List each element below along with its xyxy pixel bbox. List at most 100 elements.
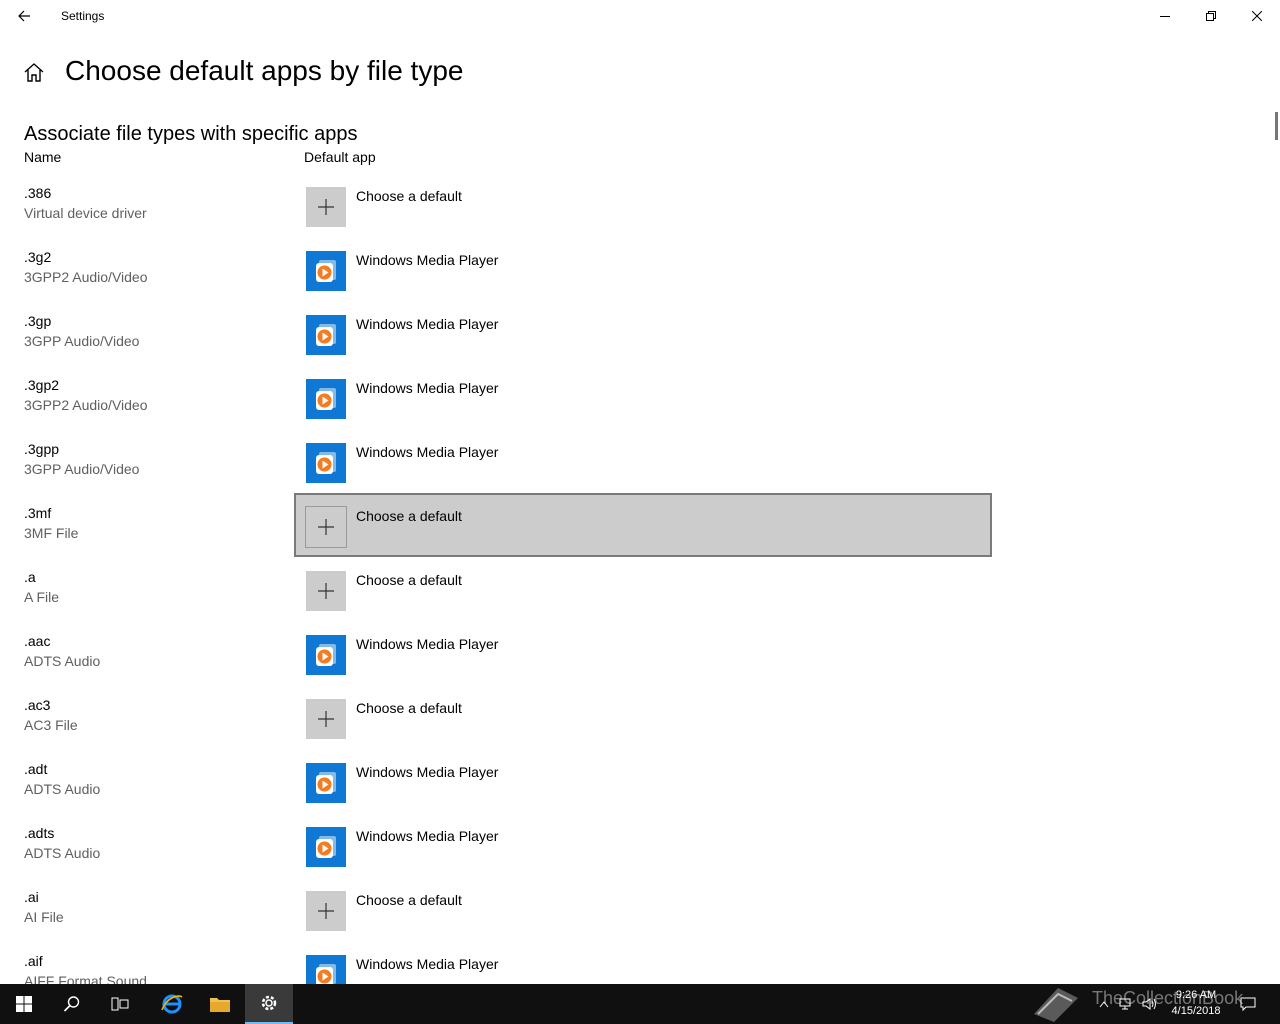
search-button[interactable] [48,984,96,1024]
default-app-button[interactable]: Choose a default [294,493,992,557]
plus-icon [306,891,346,931]
windows-logo-icon [16,996,32,1012]
gear-icon [261,995,277,1011]
file-type-description: ADTS Audio [24,845,101,861]
file-type-description: 3MF File [24,525,79,541]
file-type-row: .3gp2 3GPP2 Audio/Video Windows Media Play… [0,372,1280,436]
close-button[interactable] [1234,0,1280,32]
file-extension: .aac [24,633,51,649]
file-type-row: .ac3 AC3 File Choose a default [0,692,1280,756]
file-type-row: .ai AI File Choose a default [0,884,1280,948]
file-type-row: .3gp 3GPP Audio/Video Windows Media Player [0,308,1280,372]
show-hidden-icons-button[interactable] [1096,994,1112,1014]
file-type-description: AIFF Format Sound [24,973,147,984]
file-type-row: .3g2 3GPP2 Audio/Video Windows Media Playe… [0,244,1280,308]
default-app-label: Choose a default [356,700,462,716]
file-extension: .386 [24,185,52,201]
windows-media-player-icon [306,443,346,483]
default-app-button[interactable]: Windows Media Player [294,237,992,301]
default-app-label: Windows Media Player [356,956,499,972]
close-icon [1252,11,1262,21]
book-logo-icon [1034,988,1078,1022]
minimize-button[interactable] [1142,0,1188,32]
network-button[interactable] [1118,994,1134,1014]
file-extension: .3gpp [24,441,60,457]
file-extension: .3gp2 [24,377,60,393]
default-app-button[interactable]: Choose a default [294,877,992,941]
minimize-icon [1160,16,1170,17]
default-app-label: Windows Media Player [356,828,499,844]
default-app-button[interactable]: Windows Media Player [294,941,992,984]
column-header-name: Name [24,149,62,165]
default-app-button[interactable]: Windows Media Player [294,813,992,877]
default-app-button[interactable]: Windows Media Player [294,749,992,813]
window-title: Settings [61,9,105,23]
file-type-row: .adts ADTS Audio Windows Media Player [0,820,1280,884]
file-type-row: .3gpp 3GPP Audio/Video Windows Media Playe… [0,436,1280,500]
internet-explorer-icon [161,994,183,1014]
default-app-button[interactable]: Windows Media Player [294,621,992,685]
file-type-description: ADTS Audio [24,653,101,669]
plus-icon [306,571,346,611]
file-extension: .aif [24,953,43,969]
clock-time: 9:26 AM [1175,989,1217,1001]
default-app-button[interactable]: Choose a default [294,685,992,749]
default-app-label: Choose a default [356,572,462,588]
file-type-row: .aif AIFF Format Sound Windows Media Playe… [0,948,1280,984]
file-extension: .a [24,569,36,585]
file-extension: .ai [24,889,39,905]
default-app-label: Windows Media Player [356,316,499,332]
notification-icon [1240,997,1256,1011]
taskbar: TheCollectionBook 9:26 AM 4/15/2018 [0,984,1280,1024]
file-type-description: 3GPP2 Audio/Video [24,269,148,285]
default-app-button[interactable]: Windows Media Player [294,429,992,493]
file-type-description: 3GPP Audio/Video [24,461,140,477]
windows-media-player-icon [306,251,346,291]
default-app-label: Windows Media Player [356,380,499,396]
default-app-button[interactable]: Windows Media Player [294,365,992,429]
internet-explorer-button[interactable] [148,984,196,1024]
file-type-row: .386 Virtual device driver Choose a defaul… [0,180,1280,244]
file-type-description: AI File [24,909,64,925]
restore-icon [1206,11,1216,21]
file-type-description: ADTS Audio [24,781,101,797]
file-type-description: A File [24,589,60,605]
plus-icon [306,187,346,227]
file-type-description: AC3 File [24,717,78,733]
volume-button[interactable] [1142,994,1158,1014]
network-icon [1119,998,1131,1010]
volume-icon [1142,998,1156,1010]
default-app-button[interactable]: Choose a default [294,557,992,621]
default-app-button[interactable]: Windows Media Player [294,301,992,365]
file-explorer-button[interactable] [196,984,244,1024]
plus-icon [305,506,347,548]
file-extension: .3gp [24,313,52,329]
taskbar-clock[interactable]: 9:26 AM 4/15/2018 [1166,987,1226,1019]
file-type-row: .aac ADTS Audio Windows Media Player [0,628,1280,692]
start-button[interactable] [0,984,48,1024]
scrollbar-thumb[interactable] [1275,112,1278,140]
column-header-default-app: Default app [304,149,376,165]
title-bar: Settings [0,0,1280,32]
default-app-label: Choose a default [356,188,462,204]
search-icon [63,996,80,1012]
windows-media-player-icon [306,827,346,867]
file-type-list: .386 Virtual device driver Choose a defaul… [0,180,1280,984]
home-button[interactable] [22,61,46,85]
folder-icon [210,998,230,1012]
windows-media-player-icon [306,763,346,803]
default-app-button[interactable]: Choose a default [294,180,992,237]
windows-media-player-icon [306,379,346,419]
restore-button[interactable] [1188,0,1234,32]
task-view-button[interactable] [96,984,144,1024]
file-type-description: Virtual device driver [24,205,147,221]
file-extension: .adt [24,761,48,777]
windows-media-player-icon [306,955,346,984]
back-button[interactable] [0,0,48,32]
section-title: Associate file types with specific apps [24,123,358,145]
default-app-label: Windows Media Player [356,636,499,652]
action-center-button[interactable] [1240,994,1256,1014]
file-extension: .ac3 [24,697,51,713]
settings-taskbar-button[interactable] [245,984,293,1024]
task-view-icon [111,997,129,1011]
